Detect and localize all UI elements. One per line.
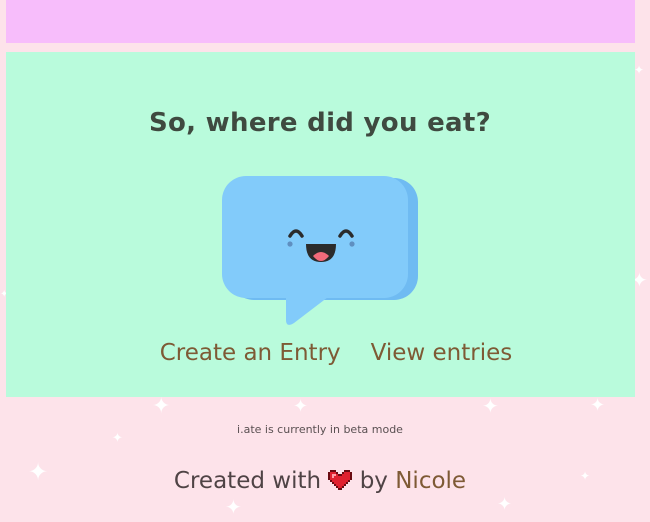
credit-prefix: Created with (173, 468, 322, 494)
page-title: So, where did you eat? (148, 108, 492, 138)
credit-line: Created with by Nicole (0, 468, 640, 496)
sparkle-icon: ✦ (590, 395, 606, 416)
create-entry-link[interactable]: Create an Entry (160, 340, 341, 366)
smiling-chat-bubble-icon (222, 176, 418, 325)
sparkle-icon: ✦ (225, 495, 242, 519)
sparkle-icon: ✦ (293, 396, 309, 417)
sparkle-icon: ✦ (482, 394, 499, 418)
chat-bubble-mascot (222, 176, 420, 330)
sparkle-icon: ✦ (152, 394, 171, 419)
author-name: Nicole (395, 468, 467, 494)
entry-links: Create an Entry View entries (0, 340, 650, 366)
credit-by: by (359, 468, 388, 494)
sparkle-icon: ✦ (634, 63, 645, 77)
top-banner (6, 0, 635, 43)
view-entries-link[interactable]: View entries (371, 340, 513, 366)
sparkle-icon: ✦ (497, 494, 513, 515)
beta-notice: i.ate is currently in beta mode (237, 423, 403, 436)
heart-icon (328, 470, 353, 496)
